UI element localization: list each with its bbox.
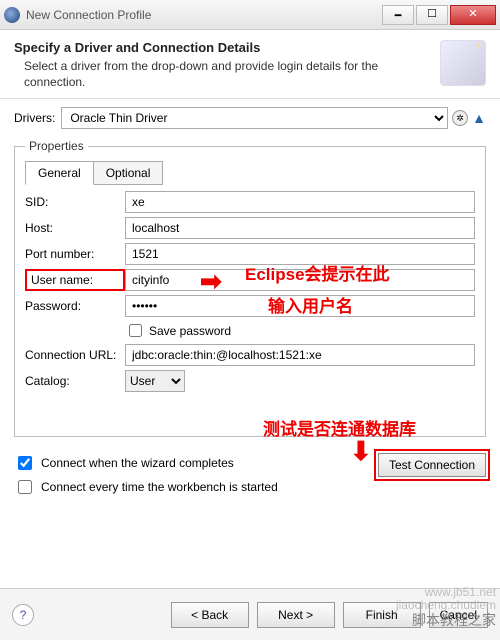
port-label: Port number: bbox=[25, 247, 125, 261]
connect-on-complete-label: Connect when the wizard completes bbox=[41, 456, 234, 470]
tab-optional[interactable]: Optional bbox=[93, 161, 164, 185]
close-button[interactable] bbox=[450, 5, 496, 25]
maximize-button[interactable] bbox=[416, 5, 448, 25]
username-label: User name: bbox=[25, 269, 125, 291]
save-password-checkbox[interactable] bbox=[129, 324, 142, 337]
password-label: Password: bbox=[25, 299, 125, 313]
save-password-label: Save password bbox=[149, 324, 231, 338]
cancel-button[interactable]: Cancel bbox=[429, 602, 488, 628]
host-label: Host: bbox=[25, 221, 125, 235]
wizard-footer: ? < Back Next > Finish Cancel bbox=[0, 588, 500, 640]
banner-subtext: Select a driver from the drop-down and p… bbox=[24, 59, 432, 90]
host-input[interactable] bbox=[125, 217, 475, 239]
connection-url-input[interactable] bbox=[125, 344, 475, 366]
back-button[interactable]: < Back bbox=[171, 602, 249, 628]
help-icon[interactable]: ? bbox=[12, 604, 34, 626]
next-button[interactable]: Next > bbox=[257, 602, 335, 628]
sid-label: SID: bbox=[25, 195, 125, 209]
wizard-banner: Specify a Driver and Connection Details … bbox=[0, 30, 500, 99]
username-input[interactable] bbox=[125, 269, 475, 291]
title-bar: New Connection Profile bbox=[0, 0, 500, 30]
banner-heading: Specify a Driver and Connection Details bbox=[14, 40, 432, 55]
properties-legend: Properties bbox=[25, 139, 88, 153]
driver-config-icon[interactable]: ✲ bbox=[452, 110, 468, 126]
drivers-label: Drivers: bbox=[14, 111, 55, 125]
banner-icon bbox=[440, 40, 486, 86]
app-icon bbox=[4, 7, 20, 23]
port-input[interactable] bbox=[125, 243, 475, 265]
password-input[interactable] bbox=[125, 295, 475, 317]
driver-warning-icon[interactable]: ▲ bbox=[472, 110, 486, 126]
window-title: New Connection Profile bbox=[26, 8, 380, 22]
catalog-select[interactable]: User bbox=[125, 370, 185, 392]
minimize-button[interactable] bbox=[382, 5, 414, 25]
finish-button[interactable]: Finish bbox=[343, 602, 421, 628]
connect-every-start-checkbox[interactable] bbox=[18, 480, 32, 494]
drivers-select[interactable]: Oracle Thin Driver bbox=[61, 107, 448, 129]
connect-every-start-label: Connect every time the workbench is star… bbox=[41, 480, 278, 494]
properties-group: Properties General Optional SID: Host: P… bbox=[14, 139, 486, 437]
tab-general[interactable]: General bbox=[25, 161, 94, 185]
sid-input[interactable] bbox=[125, 191, 475, 213]
catalog-label: Catalog: bbox=[25, 374, 125, 388]
test-connection-button[interactable]: Test Connection bbox=[378, 453, 486, 477]
connect-on-complete-checkbox[interactable] bbox=[18, 456, 32, 470]
connection-url-label: Connection URL: bbox=[25, 348, 125, 362]
